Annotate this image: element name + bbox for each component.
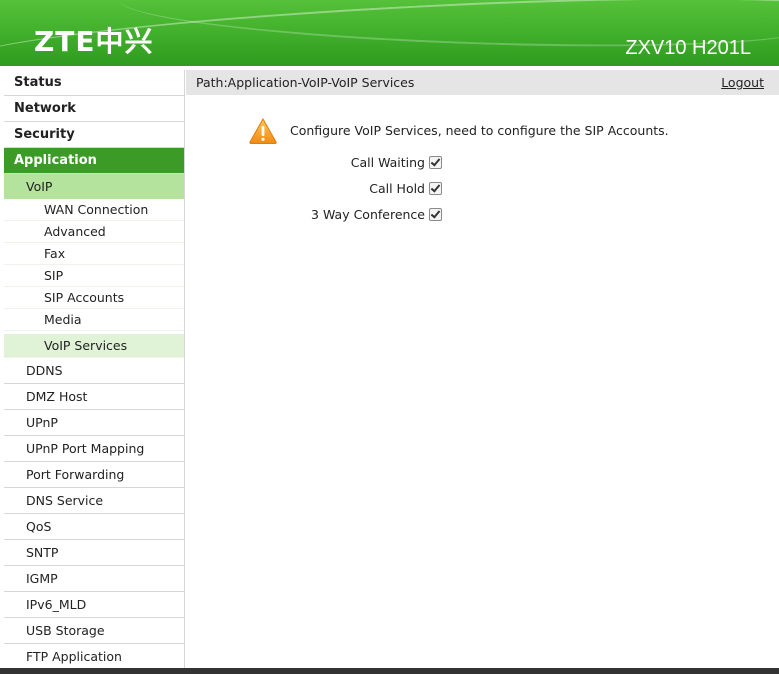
sidebar-item-sip[interactable]: SIP: [4, 265, 184, 287]
option-call-waiting: Call Waiting: [186, 153, 446, 173]
sidebar-item-wan-connection[interactable]: WAN Connection: [4, 199, 184, 221]
sidebar-item-ipv6-mld[interactable]: IPv6_MLD: [4, 592, 184, 618]
sidebar-item-dns-service[interactable]: DNS Service: [4, 488, 184, 514]
sidebar-item-igmp[interactable]: IGMP: [4, 566, 184, 592]
sidebar-item-advanced[interactable]: Advanced: [4, 221, 184, 243]
option-call-hold: Call Hold: [186, 179, 446, 199]
window-bottom-edge: [0, 668, 779, 674]
sidebar-item-qos[interactable]: QoS: [4, 514, 184, 540]
zte-logo: ZTE中兴: [34, 25, 154, 58]
call-hold-checkbox[interactable]: [429, 182, 442, 195]
sidebar-item-sip-accounts[interactable]: SIP Accounts: [4, 287, 184, 309]
sidebar-item-upnp-port-mapping[interactable]: UPnP Port Mapping: [4, 436, 184, 462]
breadcrumb: Path:Application-VoIP-VoIP Services: [196, 75, 415, 90]
sidebar-item-ftp-application[interactable]: FTP Application: [4, 644, 184, 670]
logout-link[interactable]: Logout: [721, 70, 764, 95]
call-waiting-checkbox[interactable]: [429, 156, 442, 169]
sidebar-item-security[interactable]: Security: [4, 122, 184, 148]
three-way-conference-checkbox[interactable]: [429, 208, 442, 221]
sidebar-item-port-forwarding[interactable]: Port Forwarding: [4, 462, 184, 488]
sidebar-item-status[interactable]: Status: [4, 70, 184, 96]
sidebar-item-usb-storage[interactable]: USB Storage: [4, 618, 184, 644]
sidebar: Status Network Security Application VoIP…: [4, 70, 185, 674]
sidebar-item-voip-services[interactable]: VoIP Services: [4, 334, 184, 358]
option-3-way-conference: 3 Way Conference: [186, 205, 446, 225]
sidebar-item-application[interactable]: Application: [4, 148, 184, 174]
warning-icon: [249, 117, 277, 144]
sidebar-item-voip[interactable]: VoIP: [4, 174, 184, 199]
sidebar-item-upnp[interactable]: UPnP: [4, 410, 184, 436]
header-banner: ZTE中兴 ZXV10 H201L: [0, 0, 779, 66]
sidebar-item-network[interactable]: Network: [4, 96, 184, 122]
path-bar: Path:Application-VoIP-VoIP Services Logo…: [186, 70, 779, 95]
call-hold-label: Call Hold: [369, 181, 425, 196]
main-content: Configure VoIP Services, need to configu…: [186, 95, 779, 674]
sidebar-item-dmz-host[interactable]: DMZ Host: [4, 384, 184, 410]
sidebar-item-ddns[interactable]: DDNS: [4, 358, 184, 384]
call-waiting-label: Call Waiting: [350, 155, 425, 170]
notice-text: Configure VoIP Services, need to configu…: [290, 123, 669, 138]
sidebar-item-sntp[interactable]: SNTP: [4, 540, 184, 566]
device-model: ZXV10 H201L: [625, 37, 751, 59]
sidebar-item-fax[interactable]: Fax: [4, 243, 184, 265]
sidebar-item-media[interactable]: Media: [4, 309, 184, 331]
three-way-conference-label: 3 Way Conference: [311, 207, 425, 222]
